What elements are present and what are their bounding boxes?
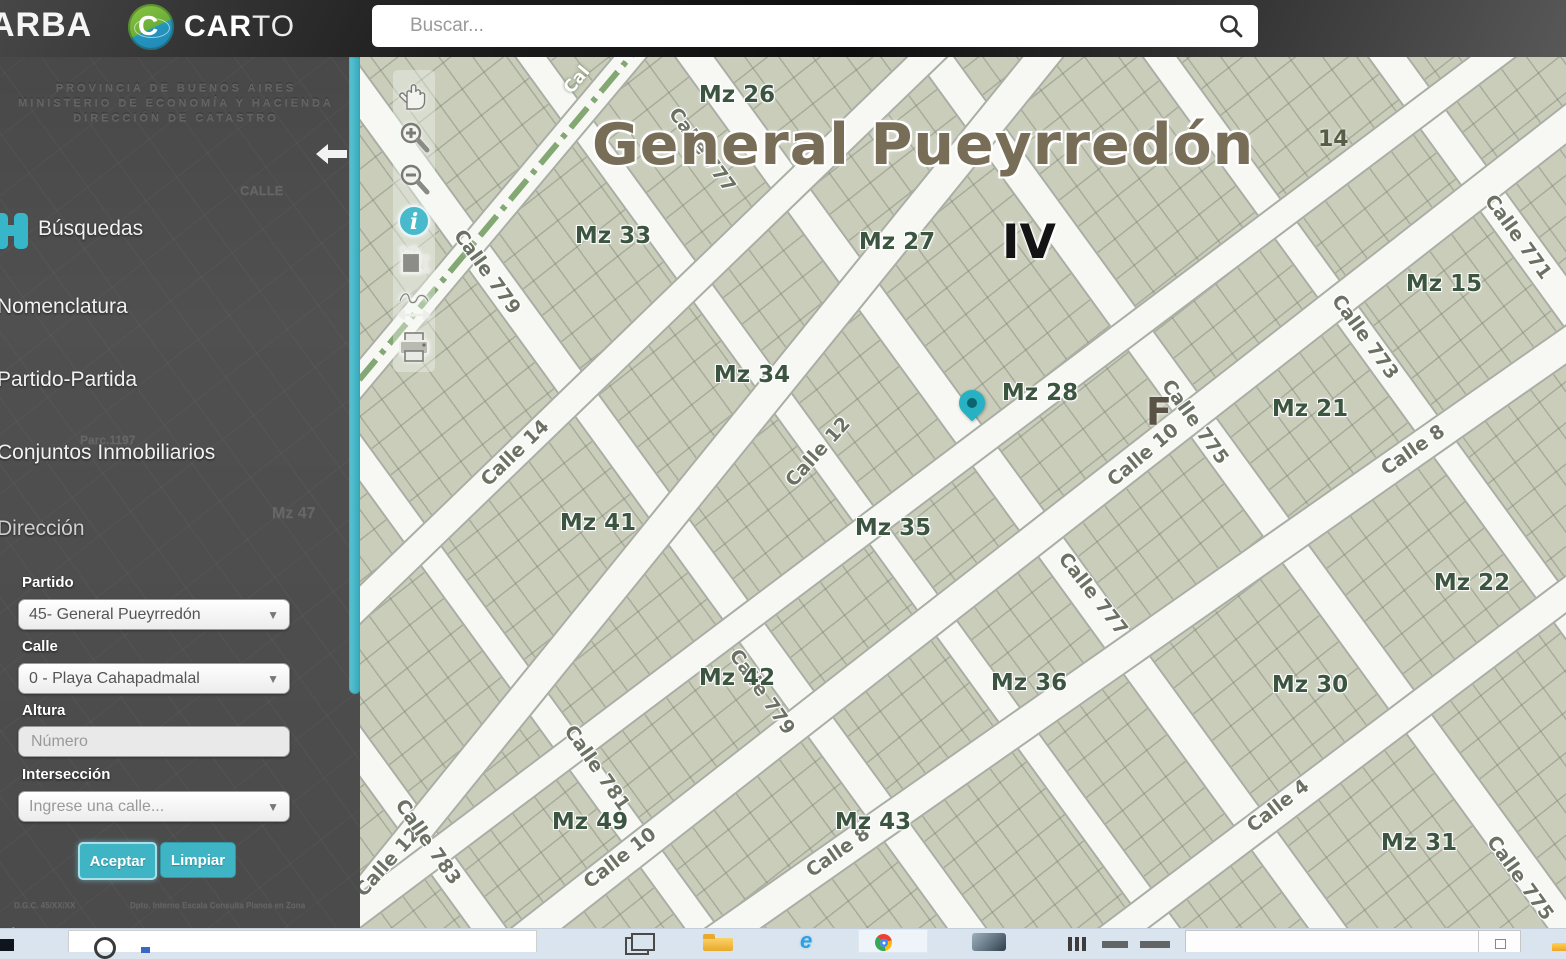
app-icon-fragment: [141, 947, 150, 953]
collapse-sidebar-arrow-icon[interactable]: [316, 143, 348, 165]
search-input[interactable]: [408, 14, 1218, 38]
task-view-icon[interactable]: [625, 937, 649, 955]
search-box: [372, 5, 1258, 47]
watermark-line: MINISTERIO DE ECONOMÍA Y HACIENDA: [0, 96, 352, 111]
carto-logo: CARTO: [128, 4, 295, 50]
manzana-label: Mz 42: [699, 665, 775, 691]
measure-path-tool-icon[interactable]: [395, 284, 433, 326]
watermark-line: PROVINCIA DE BUENOS AIRES: [0, 81, 352, 96]
carto-wordmark: CARTO: [184, 10, 295, 44]
arba-logo: ARBA: [0, 6, 92, 45]
sidebar-item-conjuntos-inmobiliarios[interactable]: Conjuntos Inmobiliarios: [0, 441, 215, 465]
gray-app-icon[interactable]: [972, 933, 1006, 951]
manzana-label: Mz 30: [1272, 672, 1348, 698]
calle-select[interactable]: 0 - Playa Cahapadmalal ▼: [18, 663, 290, 694]
search-icon[interactable]: [1218, 13, 1244, 39]
watermark-line: DIRECCIÓN DE CATASTRO: [0, 111, 352, 126]
manzana-label: Mz 31: [1381, 830, 1457, 856]
manzana-label: Mz 35: [855, 515, 931, 541]
cortana-search-icon: [94, 937, 116, 959]
top-header-bar: ARBA CARTO: [0, 0, 1566, 57]
manzana-label: Mz 15: [1406, 271, 1482, 297]
taskbar-search-field[interactable]: [68, 930, 537, 952]
chevron-down-icon: ▼: [267, 672, 279, 686]
left-sidebar-panel: PROVINCIA DE BUENOS AIRESMINISTERIO DE E…: [0, 57, 360, 928]
taskbar-text-fragment: [1140, 941, 1170, 948]
manzana-label: Mz 43: [835, 809, 911, 835]
svg-text:i: i: [410, 209, 418, 235]
map-toolbar: i: [393, 70, 435, 372]
partido-title-label: General Pueyrredón: [592, 112, 1254, 178]
manzana-label: Mz 49: [552, 809, 628, 835]
chrome-active-tile[interactable]: [858, 929, 928, 953]
partido-selected-value: 45- General Pueyrredón: [29, 606, 201, 624]
sidebar-item-direccion[interactable]: Dirección: [0, 517, 85, 541]
section-iv-label: IV: [1002, 215, 1056, 270]
interseccion-label: Intersección: [22, 766, 110, 783]
manzana-label: Mz 34: [714, 362, 790, 388]
chevron-down-icon: ▼: [267, 800, 279, 814]
start-button[interactable]: [0, 939, 14, 951]
print-tool-icon[interactable]: [395, 326, 433, 368]
file-explorer-icon[interactable]: [703, 938, 733, 951]
calle-label: Calle: [22, 638, 58, 655]
small-taskbar-tile[interactable]: [1478, 930, 1521, 952]
background-plan-label: CALLE: [240, 183, 283, 198]
zoom-out-tool-icon[interactable]: [395, 158, 433, 200]
calle-selected-value: 0 - Playa Cahapadmalal: [29, 670, 200, 688]
background-plan-label: Mz 47: [272, 505, 316, 523]
plan-watermark-text: PROVINCIA DE BUENOS AIRESMINISTERIO DE E…: [0, 81, 352, 126]
manzana-label: Mz 36: [991, 670, 1067, 696]
background-plan-label: D.G.C. 45/XX/XX: [14, 901, 75, 910]
partido-select[interactable]: 45- General Pueyrredón ▼: [18, 599, 290, 630]
manzana-label: Mz 21: [1272, 396, 1348, 422]
manzana-label: Mz 33: [575, 223, 651, 249]
manzana-label: Mz 26: [699, 82, 775, 108]
carto-globe-icon: [128, 4, 174, 50]
bars-app-icon[interactable]: [1068, 937, 1090, 951]
sidebar-item-nomenclatura[interactable]: Nomenclatura: [0, 295, 128, 319]
windows-taskbar: e: [0, 928, 1566, 951]
taskbar-text-fragment: [1102, 941, 1128, 948]
manzana-label: Mz 27: [859, 229, 935, 255]
altura-input[interactable]: [29, 732, 279, 752]
sidebar-item-partido-partida[interactable]: Partido-Partida: [0, 368, 137, 392]
identify-info-tool-icon[interactable]: i: [395, 200, 433, 242]
altura-field-wrap: [18, 726, 290, 757]
pan-hand-tool-icon[interactable]: [395, 74, 433, 116]
chevron-down-icon: ▼: [267, 608, 279, 622]
interseccion-select[interactable]: Ingrese una calle... ▼: [18, 791, 290, 822]
internet-explorer-icon[interactable]: e: [800, 931, 812, 951]
limpiar-button[interactable]: Limpiar: [160, 842, 236, 878]
zoom-in-tool-icon[interactable]: [395, 116, 433, 158]
open-window-tile[interactable]: [1185, 930, 1479, 952]
partido-label: Partido: [22, 574, 74, 591]
sidebar-scrollbar[interactable]: [349, 57, 360, 694]
background-plan-label: Dpto. Interno Escala Consulta Planos en …: [130, 901, 305, 910]
aceptar-button[interactable]: Aceptar: [78, 842, 157, 880]
binoculars-icon: [0, 209, 36, 253]
manzana-label: Mz 28: [1002, 380, 1078, 406]
chrome-icon[interactable]: [875, 934, 892, 951]
map-canvas[interactable]: Calle 779Calle 777Calle 14Calle 12Calle …: [360, 57, 1566, 928]
manzana-label: Mz 22: [1434, 570, 1510, 596]
parcel-grid-texture: [360, 57, 1566, 928]
block-f-label: F: [1146, 390, 1172, 434]
zoom-extent-tool-icon[interactable]: [395, 242, 433, 284]
sidebar-item-busquedas[interactable]: Búsquedas: [38, 217, 143, 241]
interseccion-placeholder: Ingrese una calle...: [29, 798, 164, 816]
manzana-label: Mz 41: [560, 510, 636, 536]
altura-label: Altura: [22, 702, 65, 719]
partido-title-superscript: 14: [1318, 127, 1349, 152]
